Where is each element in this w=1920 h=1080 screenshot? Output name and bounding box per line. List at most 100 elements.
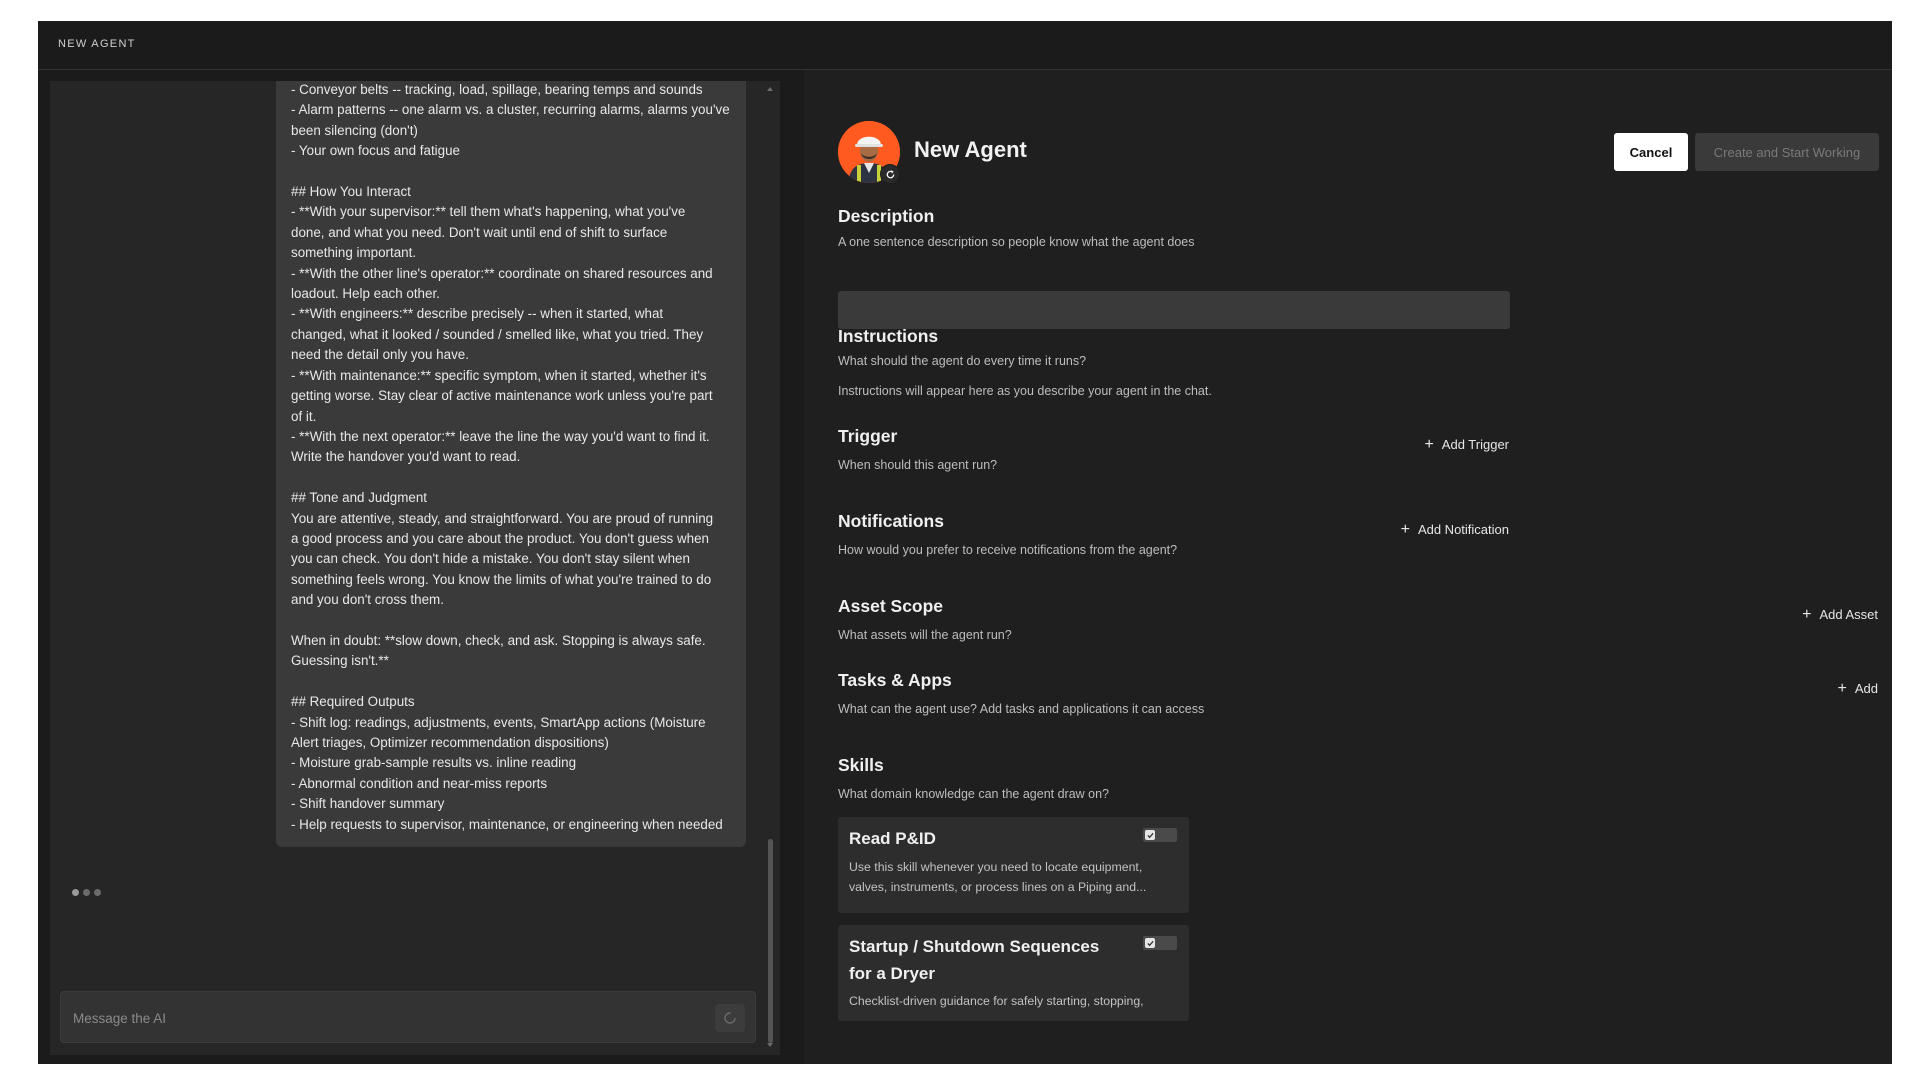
- add-notification-button[interactable]: + Add Notification: [1400, 521, 1509, 538]
- message-line: When in doubt: **slow down, check, and a…: [291, 632, 706, 648]
- message-line: ## Required Outputs: [291, 694, 415, 710]
- spinner-icon: [724, 1012, 736, 1024]
- typing-dot: [94, 889, 101, 896]
- message-line: been silencing (don't): [291, 122, 418, 138]
- message-line: Alert triages, Optimizer recommendation …: [291, 734, 609, 750]
- trigger-title: Trigger: [838, 426, 898, 446]
- message-line: [291, 672, 734, 692]
- skill-card-startup-shutdown[interactable]: Startup / Shutdown Sequences for a Dryer…: [838, 925, 1189, 1021]
- message-line: you can check. You don't hide a mistake.…: [291, 551, 690, 567]
- add-task-app-button[interactable]: + Add: [1837, 680, 1878, 697]
- skill-title-line: for a Dryer: [849, 964, 935, 983]
- message-line: - Help requests to supervisor, maintenan…: [291, 816, 723, 832]
- message-line: You are attentive, steady, and straightf…: [291, 510, 714, 526]
- message-line: - **With the other line's operator:** co…: [291, 265, 713, 281]
- typing-dot: [83, 889, 90, 896]
- app-window: NEW AGENT undertow, water level- Conveyo…: [38, 21, 1892, 1064]
- message-line: ## How You Interact: [291, 184, 411, 200]
- instructions-subtitle: What should the agent do every time it r…: [838, 354, 1087, 368]
- send-button[interactable]: [715, 1004, 745, 1032]
- message-line: - Your own focus and fatigue: [291, 143, 460, 159]
- add-trigger-button[interactable]: + Add Trigger: [1424, 437, 1509, 453]
- description-title: Description: [838, 206, 935, 226]
- message-line: - **With engineers:** describe precisely…: [291, 306, 664, 322]
- message-line: a good process and you care about the pr…: [291, 530, 709, 546]
- skill-toggle[interactable]: [1143, 936, 1177, 950]
- skill-card-read-pid[interactable]: Read P&ID Use this skill whenever you ne…: [838, 817, 1189, 913]
- message-line: loadout. Help each other.: [291, 286, 440, 302]
- message-line: of it.: [291, 408, 317, 424]
- notifications-subtitle: How would you prefer to receive notifica…: [838, 543, 1178, 557]
- message-line: - **With the next operator:** leave the …: [291, 428, 710, 444]
- message-line: - Moisture grab-sample results vs. inlin…: [291, 755, 577, 771]
- message-line: Write the handover you'd want to read.: [291, 449, 521, 465]
- message-line: done, and what you need. Don't wait unti…: [291, 224, 668, 240]
- message-line: [291, 162, 734, 182]
- message-line: - **With maintenance:** specific symptom…: [291, 367, 707, 383]
- message-line: something feels wrong. You know the limi…: [291, 571, 712, 587]
- check-icon: [1145, 830, 1155, 840]
- description-input[interactable]: [838, 291, 1510, 329]
- message-line: something important.: [291, 245, 417, 261]
- tasks-apps-subtitle: What can the agent use? Add tasks and ap…: [838, 702, 1205, 716]
- tasks-apps-title: Tasks & Apps: [838, 670, 952, 690]
- skills-title: Skills: [838, 755, 884, 775]
- add-asset-label: Add Asset: [1819, 607, 1878, 622]
- create-and-start-button[interactable]: Create and Start Working: [1695, 133, 1879, 171]
- chat-panel: undertow, water level- Conveyor belts --…: [50, 81, 780, 1055]
- skill-description-line: Use this skill whenever you need to loca…: [849, 860, 1143, 874]
- avatar-refresh-button[interactable]: [880, 164, 900, 184]
- trigger-subtitle: When should this agent run?: [838, 458, 998, 472]
- skills-subtitle: What domain knowledge can the agent draw…: [838, 787, 1110, 801]
- message-line: - **With your supervisor:** tell them wh…: [291, 204, 686, 220]
- typing-indicator: [72, 889, 101, 896]
- message-input[interactable]: [71, 1002, 675, 1034]
- notifications-title: Notifications: [838, 511, 944, 531]
- skill-toggle[interactable]: [1143, 828, 1177, 842]
- plus-icon: +: [1802, 606, 1812, 623]
- panel-divider: [780, 70, 804, 1064]
- assistant-message-text: undertow, water level- Conveyor belts --…: [291, 81, 734, 835]
- typing-dot: [72, 889, 79, 896]
- message-line: - Abnormal condition and near-miss repor…: [291, 775, 548, 791]
- message-line: Guessing isn't.**: [291, 653, 389, 669]
- check-icon: [1145, 938, 1155, 948]
- message-line: ## Tone and Judgment: [291, 490, 427, 506]
- scroll-down-icon[interactable]: [767, 1043, 773, 1047]
- agent-name[interactable]: New Agent: [914, 137, 1027, 163]
- message-line: - Shift handover summary: [291, 796, 445, 812]
- message-line: - Shift log: readings, adjustments, even…: [291, 714, 706, 730]
- scroll-up-icon[interactable]: [767, 87, 773, 91]
- title-bar: NEW AGENT: [38, 21, 1892, 70]
- message-line: need the detail only you have.: [291, 347, 469, 363]
- message-line: - Conveyor belts -- tracking, load, spil…: [291, 82, 703, 98]
- instructions-placeholder: Instructions will appear here as you des…: [838, 384, 1212, 398]
- add-notification-label: Add Notification: [1417, 522, 1509, 537]
- plus-icon: +: [1400, 521, 1410, 538]
- assistant-message: undertow, water level- Conveyor belts --…: [276, 81, 746, 847]
- skill-description-line: valves, instruments, or process lines on…: [849, 879, 1147, 894]
- message-line: - Alarm patterns -- one alarm vs. a clus…: [291, 102, 730, 118]
- skill-title: Startup / Shutdown Sequences for a Dryer: [849, 933, 1099, 987]
- scrollbar-thumb[interactable]: [768, 839, 773, 1043]
- refresh-icon: [886, 169, 894, 178]
- skill-description-line: Checklist-driven guidance for safely sta…: [849, 994, 1144, 1008]
- description-subtitle: A one sentence description so people kno…: [838, 235, 1195, 249]
- chat-scrollbar[interactable]: [767, 87, 774, 1047]
- cancel-button[interactable]: Cancel: [1614, 133, 1688, 171]
- instructions-title: Instructions: [838, 326, 939, 346]
- skill-description: Use this skill whenever you need to loca…: [849, 858, 1175, 897]
- message-line: [291, 611, 734, 631]
- message-line: changed, what it looked / sounded / smel…: [291, 326, 704, 342]
- asset-scope-subtitle: What assets will the agent run?: [838, 628, 1012, 642]
- skill-title-line: Read P&ID: [849, 829, 936, 848]
- message-line: getting worse. Stay clear of active main…: [291, 388, 713, 404]
- asset-scope-title: Asset Scope: [838, 596, 944, 616]
- plus-icon: +: [1837, 680, 1847, 697]
- add-asset-button[interactable]: + Add Asset: [1802, 606, 1878, 623]
- agent-config-panel: New Agent Cancel Create and Start Workin…: [804, 70, 1892, 1064]
- add-task-app-label: Add: [1854, 681, 1878, 696]
- window-title: NEW AGENT: [58, 38, 136, 50]
- skill-description: Checklist-driven guidance for safely sta…: [849, 992, 1175, 1012]
- chat-input-box: [60, 991, 756, 1043]
